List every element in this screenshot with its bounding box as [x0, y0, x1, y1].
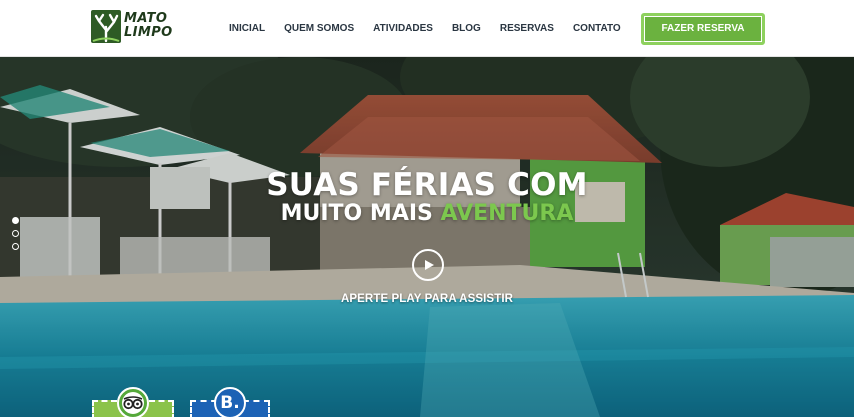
tripadvisor-owl-icon: [117, 387, 149, 417]
booking-b-icon: B.: [214, 387, 246, 417]
video-play-button[interactable]: [412, 249, 444, 281]
make-reservation-button[interactable]: FAZER RESERVA: [641, 13, 765, 45]
slide-dot-2[interactable]: [12, 230, 19, 237]
nav-item-blog[interactable]: BLOG: [452, 22, 481, 36]
booking-glyph: B.: [220, 393, 240, 413]
play-caption: APERTE PLAY PARA ASSISTIR: [340, 293, 514, 305]
slide-dot-3[interactable]: [12, 243, 19, 250]
hero-overlay: [0, 57, 854, 417]
site-logo[interactable]: MATO LIMPO: [91, 10, 174, 46]
nav-item-atividades[interactable]: ATIVIDADES: [373, 22, 433, 36]
hero-headline-line2: MUITO MAIS AVENTURA: [0, 201, 854, 227]
nav-item-quem-somos[interactable]: QUEM SOMOS: [284, 22, 354, 36]
logo-word-2: LIMPO: [124, 25, 173, 40]
hero-headline-accent: AVENTURA: [440, 201, 574, 226]
logo-text: MATO LIMPO: [124, 12, 174, 40]
logo-word-1: MATO: [124, 11, 168, 26]
play-icon: [425, 260, 434, 270]
slide-dot-1[interactable]: [12, 217, 19, 224]
nav-item-contato[interactable]: CONTATO: [573, 22, 621, 36]
nav-item-inicial[interactable]: INICIAL: [229, 22, 265, 36]
site-header: MATO LIMPO INICIAL QUEM SOMOS ATIVIDADES…: [0, 0, 854, 57]
hero-slider: SUAS FÉRIAS COM MUITO MAIS AVENTURA APER…: [0, 57, 854, 417]
hero-headline-prefix: MUITO MAIS: [280, 201, 441, 226]
nav-item-reservas[interactable]: RESERVAS: [500, 22, 554, 36]
tree-logo-icon: [91, 10, 121, 43]
hero-headline-line1: SUAS FÉRIAS COM: [266, 167, 588, 203]
main-nav: INICIAL QUEM SOMOS ATIVIDADES BLOG RESER…: [229, 22, 640, 36]
slider-pagination: [12, 217, 20, 251]
